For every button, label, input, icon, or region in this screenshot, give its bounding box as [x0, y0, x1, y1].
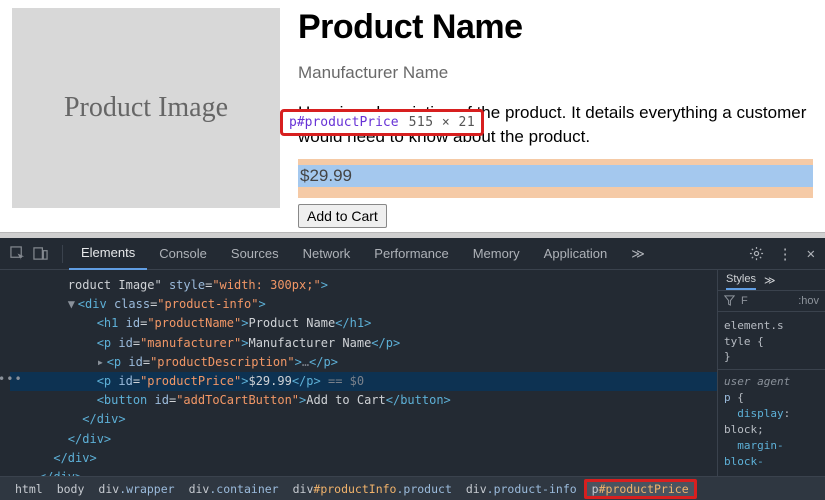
breadcrumb-div-product-info[interactable]: div.product-info — [459, 479, 584, 499]
breadcrumb-div-container[interactable]: div.container — [182, 479, 286, 499]
product-info-panel: Product Name Manufacturer Name Here is a… — [280, 8, 813, 224]
hov-toggle[interactable]: :hov — [798, 295, 819, 307]
dom-tree-line[interactable]: <p id="productPrice">$29.99</p> == $0 — [10, 372, 717, 391]
tab-network[interactable]: Network — [291, 238, 363, 270]
dom-breadcrumb-trail: htmlbodydiv.wrapperdiv.containerdiv#prod… — [0, 476, 825, 500]
filter-icon — [724, 295, 735, 306]
inspected-element-margin-highlight: $29.99 — [298, 159, 813, 193]
inspected-element-margin-bottom — [298, 193, 813, 198]
breadcrumb-div-wrapper[interactable]: div.wrapper — [91, 479, 181, 499]
inspect-element-icon[interactable] — [10, 246, 33, 261]
tab-elements[interactable]: Elements — [69, 238, 147, 270]
tab-application[interactable]: Application — [532, 238, 620, 270]
breadcrumb-div-productInfo[interactable]: div#productInfo.product — [286, 479, 459, 499]
tab-sources[interactable]: Sources — [219, 238, 291, 270]
device-toolbar-icon[interactable] — [33, 246, 56, 261]
dom-tree-line[interactable]: roduct Image" style="width: 300px;"> — [10, 276, 717, 295]
breadcrumb-html[interactable]: html — [8, 479, 50, 499]
tab-console[interactable]: Console — [147, 238, 219, 270]
dom-tree-line[interactable]: ▼<div class="product-info"> — [10, 295, 717, 314]
element-inspect-tooltip: p#productPrice 515 × 21 — [280, 109, 484, 136]
product-price: $29.99 — [300, 166, 352, 186]
dom-tree-line[interactable]: </div> — [10, 430, 717, 449]
dom-tree-line[interactable]: ▸<p id="productDescription">…</p> — [10, 353, 717, 372]
styles-sidebar: Styles ≫ F :hov element.style {}user age… — [717, 270, 825, 476]
tooltip-dimensions: 515 × 21 — [409, 115, 476, 130]
inspected-element-content-highlight: $29.99 — [298, 165, 813, 187]
dom-tree-line[interactable]: <h1 id="productName">Product Name</h1> — [10, 314, 717, 333]
styles-tab[interactable]: Styles — [726, 273, 756, 290]
tabbar-divider — [62, 245, 63, 263]
dom-tree-line[interactable]: </div> — [10, 449, 717, 468]
tab-memory[interactable]: Memory — [461, 238, 532, 270]
elements-dom-tree[interactable]: ••• roduct Image" style="width: 300px;">… — [0, 270, 717, 476]
tabs-overflow-button[interactable]: ≫ — [619, 238, 657, 270]
close-devtools-icon[interactable]: ✕ — [807, 246, 815, 262]
dom-tree-line[interactable]: </div> — [10, 468, 717, 476]
settings-gear-icon[interactable] — [749, 246, 764, 261]
dom-tree-line[interactable]: </div> — [10, 410, 717, 429]
collapsed-siblings-indicator[interactable]: ••• — [0, 370, 23, 389]
tab-performance[interactable]: Performance — [362, 238, 460, 270]
devtools-tabbar: ElementsConsoleSourcesNetworkPerformance… — [0, 238, 825, 270]
devtools-panel: ElementsConsoleSourcesNetworkPerformance… — [0, 238, 825, 500]
styles-filter-input[interactable]: F — [741, 295, 748, 307]
add-to-cart-button[interactable]: Add to Cart — [298, 204, 387, 228]
styles-overflow-button[interactable]: ≫ — [764, 274, 776, 287]
breadcrumb-p-productPrice[interactable]: p#productPrice — [584, 479, 697, 499]
dom-tree-line[interactable]: <p id="manufacturer">Manufacturer Name</… — [10, 334, 717, 353]
product-name-heading: Product Name — [298, 8, 813, 47]
tooltip-selector: p#productPrice — [289, 115, 399, 130]
breadcrumb-body[interactable]: body — [50, 479, 92, 499]
manufacturer-text: Manufacturer Name — [298, 63, 813, 83]
rendered-page: Product Image Product Name Manufacturer … — [0, 0, 825, 232]
dom-tree-line[interactable]: <button id="addToCartButton">Add to Cart… — [10, 391, 717, 410]
styles-rules-list[interactable]: element.style {}user agentp { display: b… — [718, 312, 825, 476]
more-vertical-icon[interactable]: ⋮ — [778, 245, 793, 263]
product-image-placeholder: Product Image — [12, 8, 280, 208]
